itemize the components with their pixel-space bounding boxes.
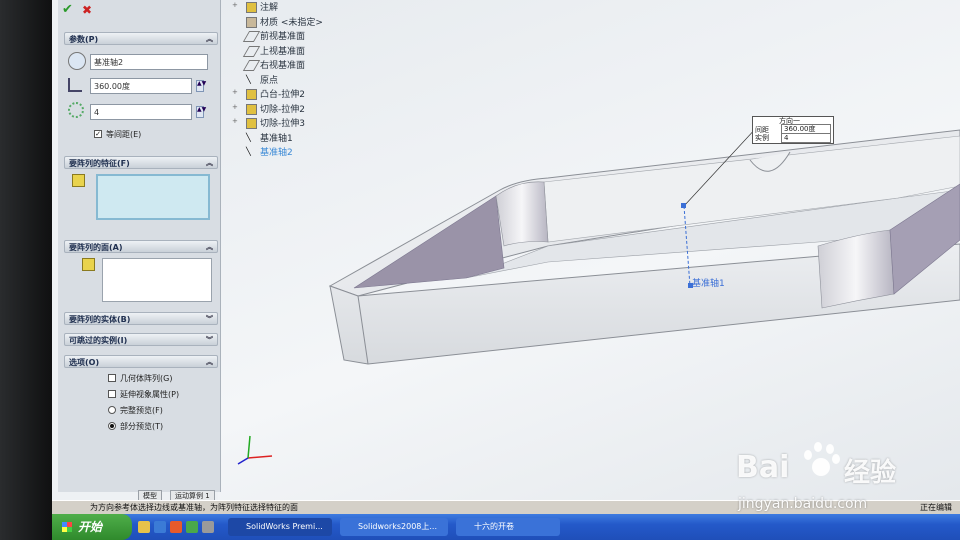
plane-icon (242, 31, 261, 42)
pattern-callout[interactable]: 方向一 间距 360.00度 实例 4 (752, 116, 834, 144)
tree-expand-toggle[interactable]: + (232, 117, 238, 125)
watermark-brand: Bai (736, 450, 790, 485)
tree-item[interactable]: 上视基准面 (260, 44, 305, 57)
property-manager: ✔ ✖ 参数(P) ︽ 基准轴2 360.00度 ▲▼ 4 ▲▼ ✓ 等间距(E)… (58, 0, 221, 492)
angle-spinner[interactable]: ▲▼ (196, 80, 206, 92)
tree-item[interactable]: 切除-拉伸3 (260, 116, 305, 129)
section-skip[interactable]: 可跳过的实例(I) ︾ (64, 333, 218, 346)
ok-icon[interactable]: ✔ (62, 2, 73, 17)
tree-item[interactable]: 原点 (260, 73, 278, 86)
axis-icon: ╲ (246, 132, 251, 142)
watermark-url: jingyan.baidu.com (738, 496, 868, 512)
tree-expand-toggle[interactable]: + (232, 1, 238, 9)
instances-field[interactable]: 4 (90, 104, 192, 120)
status-message: 为方向参考体选择边线或基准轴，为阵列特征选择特征的面 (90, 503, 298, 512)
cut-icon (246, 118, 257, 129)
features-icon (72, 174, 85, 187)
option-partial-preview-label: 部分预览(T) (120, 422, 164, 431)
origin-icon: ╲ (246, 74, 251, 84)
tree-item[interactable]: 材质 <未指定> (260, 15, 323, 28)
section-features-title: 要阵列的特征(F) (69, 159, 130, 168)
app-icon[interactable] (186, 521, 198, 533)
windows-logo-icon (62, 522, 72, 532)
option-geometry-label: 几何体阵列(G) (120, 374, 173, 383)
baidu-watermark: Bai 经验 jingyan.baidu.com (736, 432, 956, 522)
tree-item[interactable]: 右视基准面 (260, 58, 305, 71)
axis-direction-icon[interactable] (68, 52, 86, 70)
option-visual-label: 延伸视象属性(P) (120, 390, 180, 399)
section-faces-title: 要阵列的面(A) (69, 243, 123, 252)
section-bodies[interactable]: 要阵列的实体(B) ︾ (64, 312, 218, 325)
callout-instances-label: 实例 (755, 134, 769, 142)
tray-corner (495, 181, 549, 247)
section-features[interactable]: 要阵列的特征(F) ︽ (64, 156, 218, 169)
axis-field[interactable]: 基准轴2 (90, 54, 208, 70)
tree-expand-toggle[interactable]: + (232, 103, 238, 111)
faces-icon (82, 258, 95, 271)
section-parameters-title: 参数(P) (69, 35, 99, 44)
angle-icon (68, 78, 82, 92)
tree-item[interactable]: 注解 (260, 0, 278, 13)
watermark-brand-2: 经验 (844, 458, 897, 488)
start-label: 开始 (78, 520, 103, 534)
task-folder[interactable]: 十六的开卷 (456, 518, 560, 536)
section-parameters[interactable]: 参数(P) ︽ (64, 32, 218, 45)
section-bodies-title: 要阵列的实体(B) (69, 315, 131, 324)
graphics-area[interactable]: 方向一 间距 360.00度 实例 4 基准轴1 + 注解材质 <未指定> 前视基准… (218, 0, 960, 500)
section-faces[interactable]: 要阵列的面(A) ︽ (64, 240, 218, 253)
tree-item[interactable]: 凸台-拉伸2 (260, 87, 305, 100)
section-skip-title: 可跳过的实例(I) (69, 336, 128, 345)
monitor-bezel (0, 0, 60, 540)
cut-icon (246, 103, 257, 115)
task-solidworks-doc[interactable]: Solidworks2008上... (340, 518, 448, 536)
callout-instances-field[interactable]: 4 (781, 133, 831, 143)
instances-icon (68, 102, 84, 118)
faces-list[interactable] (102, 258, 212, 302)
axis-label[interactable]: 基准轴1 (692, 276, 725, 289)
tree-item[interactable]: 基准轴1 (260, 131, 293, 144)
browser-icon[interactable] (170, 521, 182, 533)
paw-icon (800, 440, 840, 484)
instances-spinner[interactable]: ▲▼ (196, 106, 206, 118)
section-options-title: 选项(O) (69, 358, 100, 367)
axis-icon: ╲ (246, 147, 251, 156)
tree-expand-toggle[interactable]: + (232, 88, 238, 96)
folder-icon[interactable] (138, 521, 150, 533)
tree-item[interactable]: 基准轴2 (260, 145, 293, 158)
extrude-icon (246, 89, 257, 100)
plane-icon (242, 45, 261, 57)
option-full-preview-label: 完整预览(F) (120, 406, 163, 415)
section-options[interactable]: 选项(O) ︽ (64, 355, 218, 368)
start-button[interactable]: 开始 (52, 514, 132, 540)
annotation-icon (246, 2, 257, 13)
material-icon (246, 16, 257, 28)
angle-field[interactable]: 360.00度 (90, 78, 192, 94)
features-list[interactable] (96, 174, 210, 220)
triad (237, 435, 273, 465)
app-icon-2[interactable] (202, 521, 214, 533)
option-geometry-checkbox[interactable] (108, 374, 116, 382)
tree-item[interactable]: 切除-拉伸2 (260, 102, 305, 115)
close-icon[interactable]: ✖ (82, 3, 92, 17)
tray-inner-wall (353, 195, 505, 289)
option-partial-preview-radio[interactable] (108, 422, 116, 430)
option-full-preview-radio[interactable] (108, 406, 116, 414)
option-visual-checkbox[interactable] (108, 390, 116, 398)
desktop-icon[interactable] (154, 521, 166, 533)
plane-icon (242, 60, 261, 71)
equal-spacing-label: 等间距(E) (106, 130, 142, 139)
equal-spacing-checkbox[interactable]: ✓ (94, 130, 102, 138)
tree-item[interactable]: 前视基准面 (260, 29, 305, 42)
feature-tree: + 注解材质 <未指定> 前视基准面上视基准面 右视基准面 ╲ 原点 + 凸台-拉伸2 + 切除-… (232, 0, 382, 170)
task-solidworks[interactable]: SolidWorks Premi... (228, 518, 332, 536)
